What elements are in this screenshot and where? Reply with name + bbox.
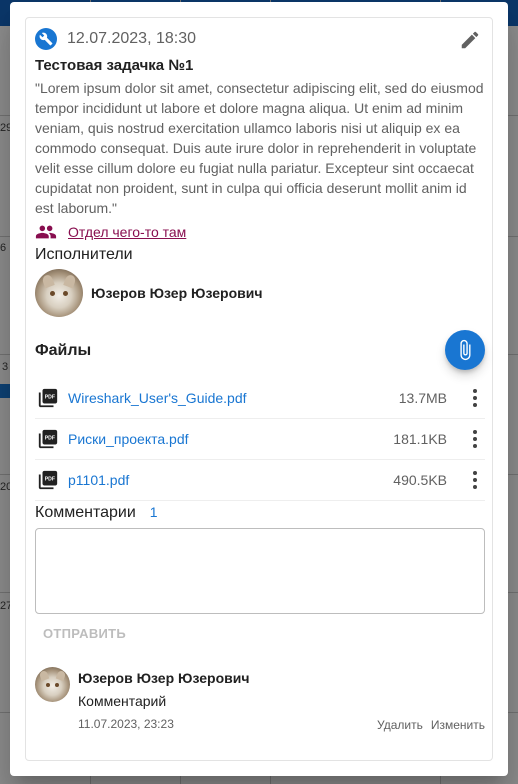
comments-count: 1 bbox=[149, 504, 158, 520]
edit-task-button[interactable] bbox=[458, 28, 482, 52]
delete-comment-button[interactable]: Удалить bbox=[377, 718, 423, 732]
send-comment-button[interactable]: ОТПРАВИТЬ bbox=[35, 622, 134, 644]
comment-text: Комментарий bbox=[78, 693, 167, 709]
pdf-file-icon: PDF bbox=[38, 470, 58, 490]
file-list: PDF Wireshark_User's_Guide.pdf 13.7MB PD… bbox=[35, 378, 485, 501]
svg-text:PDF: PDF bbox=[45, 394, 55, 400]
comment-actions: Удалить Изменить bbox=[377, 718, 485, 732]
file-row: PDF Wireshark_User's_Guide.pdf 13.7MB bbox=[35, 378, 485, 419]
task-datetime: 12.07.2023, 18:30 bbox=[67, 30, 197, 47]
file-menu-button[interactable] bbox=[465, 386, 485, 410]
wrench-icon bbox=[35, 28, 57, 50]
comment-author: Юзеров Юзер Юзерович bbox=[78, 670, 250, 686]
task-header: 12.07.2023, 18:30 bbox=[35, 28, 196, 50]
paperclip-icon bbox=[460, 339, 471, 361]
svg-text:PDF: PDF bbox=[45, 476, 55, 482]
executor-item[interactable]: Юзеров Юзер Юзерович bbox=[35, 269, 262, 317]
avatar bbox=[35, 667, 70, 702]
edit-comment-button[interactable]: Изменить bbox=[431, 718, 485, 732]
executors-label: Исполнители bbox=[35, 246, 133, 263]
comment-item: Юзеров Юзер Юзерович Комментарий 11.07.2… bbox=[35, 667, 485, 737]
file-menu-button[interactable] bbox=[465, 468, 485, 492]
svg-text:PDF: PDF bbox=[45, 435, 55, 441]
department-link[interactable]: Отдел чего-то там bbox=[68, 224, 186, 240]
attach-file-button[interactable] bbox=[445, 330, 485, 370]
people-icon bbox=[35, 225, 57, 239]
comment-input[interactable] bbox=[35, 528, 485, 614]
department-row: Отдел чего-то там bbox=[35, 221, 186, 243]
comments-header: Комментарии 1 bbox=[35, 504, 158, 522]
pencil-icon bbox=[461, 31, 479, 49]
pdf-file-icon: PDF bbox=[38, 429, 58, 449]
file-row: PDF Риски_проекта.pdf 181.1KB bbox=[35, 419, 485, 460]
file-size: 490.5KB bbox=[393, 472, 447, 488]
comment-date: 11.07.2023, 23:23 bbox=[78, 717, 174, 731]
file-row: PDF p1101.pdf 490.5KB bbox=[35, 460, 485, 501]
task-card: 12.07.2023, 18:30 Тестовая задачка №1 "L… bbox=[25, 17, 493, 761]
files-label: Файлы bbox=[35, 342, 92, 359]
file-name-link[interactable]: p1101.pdf bbox=[68, 472, 393, 488]
executor-name: Юзеров Юзер Юзерович bbox=[91, 285, 263, 301]
task-title: Тестовая задачка №1 bbox=[35, 57, 194, 74]
file-size: 13.7MB bbox=[398, 390, 447, 406]
avatar bbox=[35, 269, 83, 317]
file-name-link[interactable]: Wireshark_User's_Guide.pdf bbox=[68, 390, 399, 406]
task-dialog: 12.07.2023, 18:30 Тестовая задачка №1 "L… bbox=[10, 2, 508, 776]
pdf-file-icon: PDF bbox=[38, 388, 58, 408]
file-name-link[interactable]: Риски_проекта.pdf bbox=[68, 431, 393, 447]
file-size: 181.1KB bbox=[393, 431, 447, 447]
task-description: "Lorem ipsum dolor sit amet, consectetur… bbox=[35, 80, 484, 216]
file-menu-button[interactable] bbox=[465, 427, 485, 451]
comments-title: Комментарии bbox=[35, 504, 136, 521]
